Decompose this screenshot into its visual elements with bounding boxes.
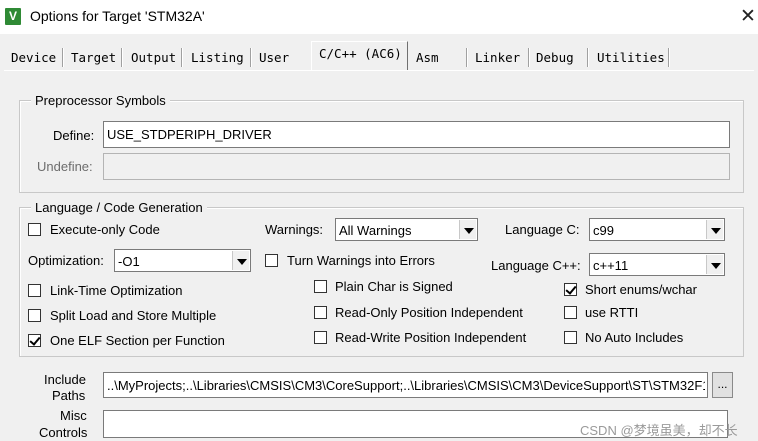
warnings-select[interactable]: All Warnings <box>335 218 478 241</box>
include-paths-label-line1: Include <box>44 372 86 387</box>
tab-separator <box>250 48 252 67</box>
tab-baseline <box>4 70 754 71</box>
optimization-value: -O1 <box>118 254 140 269</box>
chevron-down-icon[interactable] <box>459 220 476 239</box>
tab-device[interactable]: Device <box>11 50 56 66</box>
keil-app-icon: V <box>5 8 21 25</box>
execute-only-checkbox[interactable] <box>28 223 41 236</box>
title-bar: V Options for Target 'STM32A' ✕ <box>0 0 758 34</box>
window-title: Options for Target 'STM32A' <box>30 8 205 24</box>
language-c-value: c99 <box>593 223 614 238</box>
rtti-checkbox[interactable] <box>564 306 577 319</box>
ropi-checkbox[interactable] <box>314 306 327 319</box>
one-elf-label: One ELF Section per Function <box>50 333 225 348</box>
ropi-label: Read-Only Position Independent <box>335 305 523 320</box>
plain-char-checkbox[interactable] <box>314 280 327 293</box>
plain-char-label: Plain Char is Signed <box>335 279 453 294</box>
short-enums-label: Short enums/wchar <box>585 282 697 297</box>
tab-separator <box>528 48 530 67</box>
define-input[interactable]: USE_STDPERIPH_DRIVER <box>103 121 730 148</box>
include-paths-input[interactable]: ..\MyProjects;..\Libraries\CMSIS\CM3\Cor… <box>103 372 708 398</box>
chevron-down-icon[interactable] <box>706 255 723 274</box>
language-cpp-value: c++11 <box>593 258 629 273</box>
warnings-errors-label: Turn Warnings into Errors <box>287 253 435 268</box>
undefine-input[interactable] <box>103 153 730 180</box>
language-c-select[interactable]: c99 <box>589 218 725 241</box>
language-group-title: Language / Code Generation <box>31 200 207 215</box>
tab-utilities[interactable]: Utilities <box>597 50 665 66</box>
include-paths-value: ..\MyProjects;..\Libraries\CMSIS\CM3\Cor… <box>107 378 705 393</box>
misc-controls-label-line1: Misc <box>60 408 87 423</box>
execute-only-label: Execute-only Code <box>50 222 160 237</box>
no-auto-label: No Auto Includes <box>585 330 684 345</box>
tab-output[interactable]: Output <box>131 50 176 66</box>
no-auto-checkbox[interactable] <box>564 331 577 344</box>
language-cpp-label: Language C++: <box>491 258 581 273</box>
short-enums-checkbox[interactable] <box>564 283 577 296</box>
define-label: Define: <box>53 128 95 143</box>
chevron-down-icon[interactable] <box>232 251 249 270</box>
optimization-select[interactable]: -O1 <box>114 249 251 272</box>
one-elf-checkbox[interactable] <box>28 334 41 347</box>
rwpi-checkbox[interactable] <box>314 331 327 344</box>
misc-controls-label-line2: Controls <box>39 425 88 440</box>
tab-listing[interactable]: Listing <box>191 50 244 66</box>
tab-linker[interactable]: Linker <box>475 50 520 66</box>
tab-target[interactable]: Target <box>71 50 116 66</box>
warnings-errors-checkbox[interactable] <box>265 254 278 267</box>
language-c-label: Language C: <box>505 222 580 237</box>
split-load-checkbox[interactable] <box>28 309 41 322</box>
tab-user[interactable]: User <box>259 50 289 66</box>
preprocessor-group-title: Preprocessor Symbols <box>31 93 170 108</box>
define-value: USE_STDPERIPH_DRIVER <box>107 127 272 142</box>
tab-separator <box>181 48 183 67</box>
tab-debug[interactable]: Debug <box>536 50 574 66</box>
optimization-label: Optimization: <box>28 253 104 268</box>
tab-asm[interactable]: Asm <box>416 50 439 66</box>
include-paths-label-line2: Paths <box>52 388 86 403</box>
tab-separator <box>121 48 123 67</box>
tab-separator <box>587 48 589 67</box>
warnings-value: All Warnings <box>339 223 412 238</box>
lto-label: Link-Time Optimization <box>50 283 183 298</box>
warnings-label: Warnings: <box>265 222 324 237</box>
undefine-label: Undefine: <box>37 159 93 174</box>
chevron-down-icon[interactable] <box>706 220 723 239</box>
tab-separator <box>62 48 64 67</box>
rtti-label: use RTTI <box>585 305 639 320</box>
lto-checkbox[interactable] <box>28 284 41 297</box>
language-cpp-select[interactable]: c++11 <box>589 253 725 276</box>
tab-cpp-ac6[interactable]: C/C++ (AC6) <box>319 46 402 62</box>
browse-include-button[interactable]: ... <box>712 372 733 398</box>
tab-separator <box>466 48 468 67</box>
tab-separator <box>668 48 670 67</box>
split-load-label: Split Load and Store Multiple <box>50 308 217 323</box>
rwpi-label: Read-Write Position Independent <box>335 330 527 345</box>
watermark-text: CSDN @梦境虽美，却不长 <box>580 423 738 438</box>
close-icon[interactable]: ✕ <box>738 6 758 28</box>
